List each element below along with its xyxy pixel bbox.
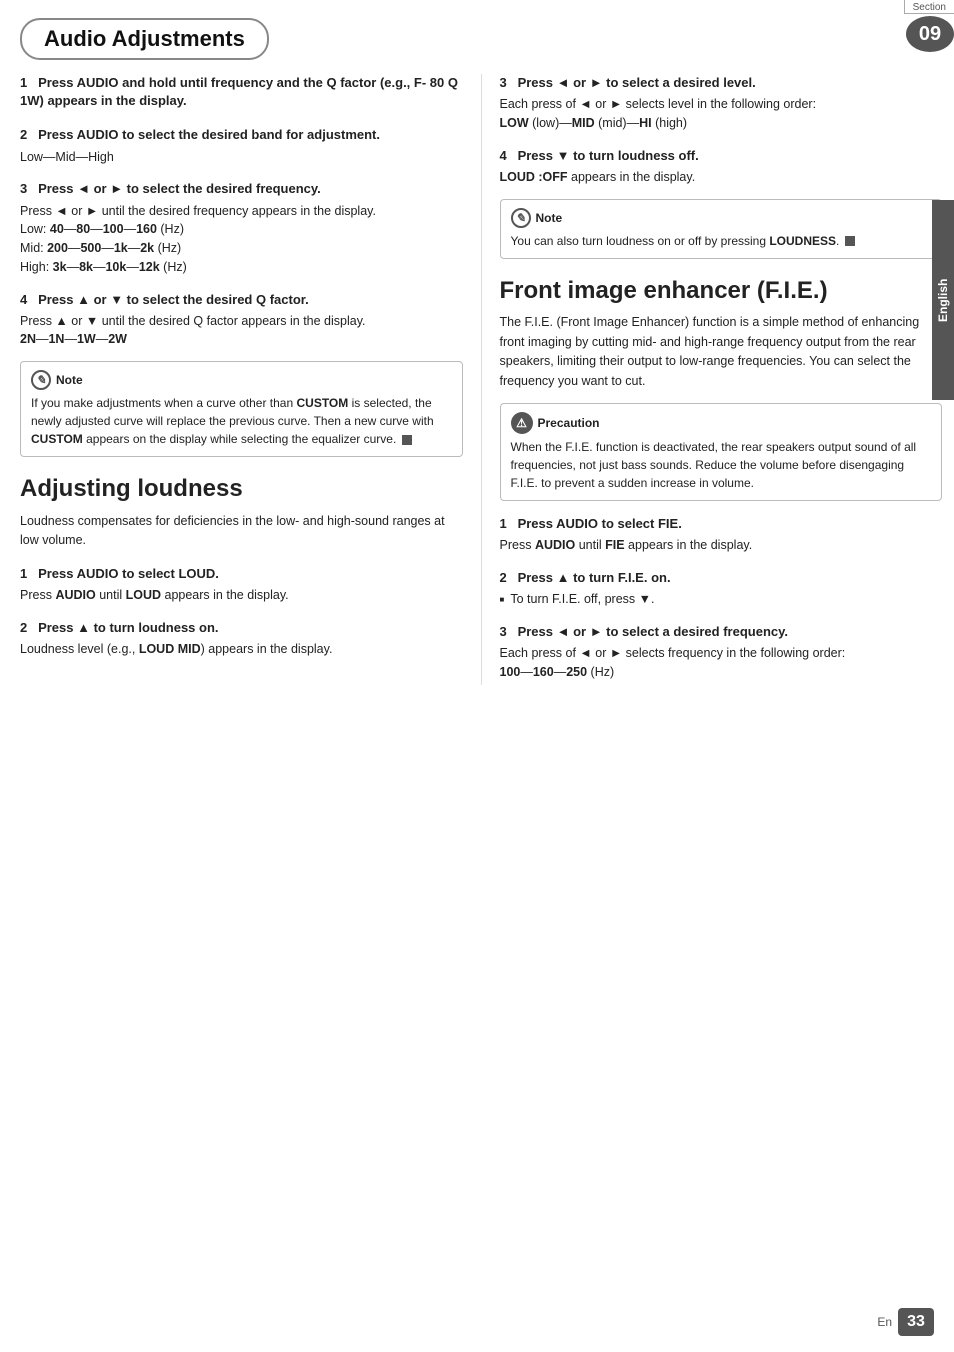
eq-note-body: If you make adjustments when a curve oth… [31,394,452,448]
fie-intro: The F.I.E. (Front Image Enhancer) functi… [500,313,943,391]
loud-step4-heading: 4 Press ▼ to turn loudness off. [500,147,943,165]
eq-step2-heading: 2 Press AUDIO to select the desired band… [20,126,463,144]
adjusting-loudness-intro: Loudness compensates for deficiencies in… [20,512,463,551]
loud-note-title: ✎ Note [511,208,932,228]
footer-page-number: 33 [898,1308,934,1336]
eq-note-box: ✎ Note If you make adjustments when a cu… [20,361,463,457]
precaution-icon: ⚠ [511,412,533,434]
fie-step1-heading: 1 Press AUDIO to select FIE. [500,515,943,533]
loud-note-icon: ✎ [511,208,531,228]
fie-precaution-body: When the F.I.E. function is deactivated,… [511,438,932,492]
loud-step3-heading: 3 Press ◄ or ► to select a desired level… [500,74,943,92]
left-column: 1 Press AUDIO and hold until frequency a… [12,74,481,685]
eq-step2-body: Low—Mid—High [20,148,463,167]
fie-step2-bullet: To turn F.I.E. off, press ▼. [500,590,943,609]
fie-precaution-title: ⚠ Precaution [511,412,932,434]
eq-step4-body: Press ▲ or ▼ until the desired Q factor … [20,312,463,350]
fie-step2-body: To turn F.I.E. off, press ▼. [500,590,943,609]
loud-step1-heading: 1 Press AUDIO to select LOUD. [20,565,463,583]
fie-precaution-box: ⚠ Precaution When the F.I.E. function is… [500,403,943,501]
loud-note-box: ✎ Note You can also turn loudness on or … [500,199,943,259]
fie-step2-heading: 2 Press ▲ to turn F.I.E. on. [500,569,943,587]
fie-step1-body: Press AUDIO until FIE appears in the dis… [500,536,943,555]
eq-note-title: ✎ Note [31,370,452,390]
eq-step3-body: Press ◄ or ► until the desired frequency… [20,202,463,277]
eq-step4-heading: 4 Press ▲ or ▼ to select the desired Q f… [20,291,463,309]
eq-step3-heading: 3 Press ◄ or ► to select the desired fre… [20,180,463,198]
fie-precaution-label: Precaution [538,414,600,432]
loud-end-square-icon [845,236,855,246]
loud-note-body: You can also turn loudness on or off by … [511,232,932,250]
loud-step2-body: Loudness level (e.g., LOUD MID) appears … [20,640,463,659]
loud-step2-heading: 2 Press ▲ to turn loudness on. [20,619,463,637]
section-badge: Section 09 [904,0,954,52]
fie-step3-body: Each press of ◄ or ► selects frequency i… [500,644,943,682]
page-title-box: Audio Adjustments [20,18,269,60]
eq-note-label: Note [56,371,83,389]
page-title: Audio Adjustments [44,26,245,51]
english-label: English [932,200,954,400]
section-label: Section [904,0,954,14]
loud-note-label: Note [536,209,563,227]
loud-step1-body: Press AUDIO until LOUD appears in the di… [20,586,463,605]
loud-step4-body: LOUD :OFF appears in the display. [500,168,943,187]
right-column: 3 Press ◄ or ► to select a desired level… [481,74,943,685]
eq-step1-heading: 1 Press AUDIO and hold until frequency a… [20,74,463,110]
fie-title: Front image enhancer (F.I.E.) [500,277,943,306]
adjusting-loudness-title: Adjusting loudness [20,475,463,504]
section-number: 09 [906,16,954,52]
loud-step3-body: Each press of ◄ or ► selects level in th… [500,95,943,133]
footer: En 33 [877,1308,934,1336]
note-icon: ✎ [31,370,51,390]
end-square-icon [402,435,412,445]
fie-step3-heading: 3 Press ◄ or ► to select a desired frequ… [500,623,943,641]
footer-en-label: En [877,1315,892,1329]
